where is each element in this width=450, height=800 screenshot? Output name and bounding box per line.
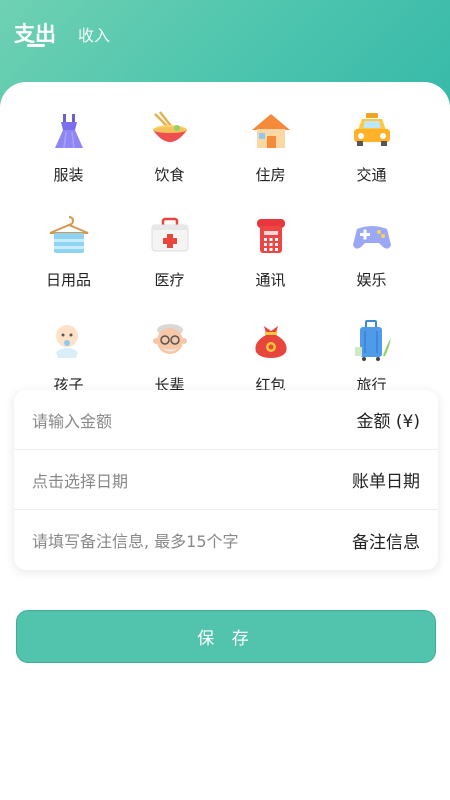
category-label: 饮食 — [154, 166, 185, 184]
amount-input[interactable]: 请输入金额 — [32, 408, 112, 432]
suitcase-icon — [354, 320, 391, 361]
category-label: 通讯 — [255, 271, 286, 289]
category-label: 医疗 — [154, 271, 185, 289]
taxi-icon — [353, 113, 390, 146]
category-label: 交通 — [356, 166, 387, 184]
category-grid: 服装 饮食 住房 交通 日用品 医疗 通讯 娱乐 孩子 长辈 红包 旅行 — [18, 108, 422, 423]
bill-form: 请输入金额 金额 (¥) 点击选择日期 账单日期 请填写备注信息, 最多15个字… — [14, 390, 438, 570]
save-button[interactable]: 保 存 — [16, 610, 436, 663]
note-input[interactable]: 请填写备注信息, 最多15个字 — [32, 528, 239, 552]
tab-income[interactable]: 收入 — [78, 22, 110, 46]
first-aid-kit-icon — [151, 217, 188, 252]
dress-icon — [54, 114, 83, 149]
baby-icon — [55, 325, 78, 358]
note-label: 备注信息 — [352, 532, 420, 553]
category-entertainment[interactable]: 娱乐 — [321, 213, 422, 318]
telephone-icon — [256, 219, 285, 253]
amount-label: 金额 (¥) — [356, 412, 420, 432]
category-food[interactable]: 饮食 — [119, 108, 220, 213]
category-medical[interactable]: 医疗 — [119, 213, 220, 318]
tab-active-indicator — [27, 44, 45, 47]
amount-field[interactable]: 请输入金额 金额 (¥) — [14, 390, 438, 450]
gamepad-icon — [352, 226, 391, 249]
towel-hanger-icon — [49, 216, 88, 253]
category-clothing[interactable]: 服装 — [18, 108, 119, 213]
house-icon — [251, 114, 290, 148]
date-label: 账单日期 — [352, 472, 420, 492]
noodle-bowl-icon — [152, 111, 187, 142]
category-transport[interactable]: 交通 — [321, 108, 422, 213]
category-daily-goods[interactable]: 日用品 — [18, 213, 119, 318]
category-label: 服装 — [53, 166, 84, 184]
note-field[interactable]: 请填写备注信息, 最多15个字 备注信息 — [14, 510, 438, 570]
date-field[interactable]: 点击选择日期 账单日期 — [14, 450, 438, 510]
category-label: 娱乐 — [356, 271, 387, 289]
category-label: 日用品 — [45, 271, 91, 289]
red-envelope-bag-icon — [254, 326, 287, 358]
category-housing[interactable]: 住房 — [220, 108, 321, 213]
date-picker-input[interactable]: 点击选择日期 — [32, 468, 128, 492]
category-label: 住房 — [255, 166, 286, 184]
category-communication[interactable]: 通讯 — [220, 213, 321, 318]
grandpa-icon — [152, 324, 187, 354]
